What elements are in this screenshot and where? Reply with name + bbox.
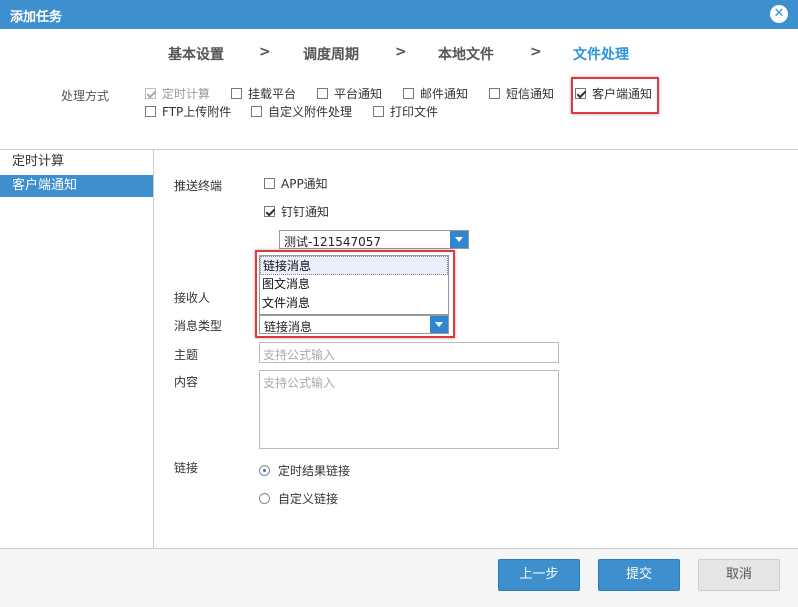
sidebar-divider	[153, 150, 154, 548]
checkbox-platform-notify[interactable]: 平台通知	[317, 86, 383, 101]
wizard-steps: 基本设置 > 调度周期 > 本地文件 > 文件处理	[0, 44, 798, 64]
message-type-label: 消息类型	[174, 319, 223, 333]
prev-step-button[interactable]: 上一步	[498, 559, 580, 591]
push-terminal-label: 推送终端	[174, 179, 223, 193]
radio-icon[interactable]	[259, 493, 270, 504]
radio-custom-link[interactable]: 自定义链接	[259, 490, 338, 507]
checkbox-label: 平台通知	[334, 86, 383, 101]
radio-timed-result-link[interactable]: 定时结果链接	[259, 462, 350, 479]
checkbox-print-file[interactable]: 打印文件	[373, 104, 439, 119]
subject-label: 主题	[174, 348, 199, 362]
checkbox-label: APP通知	[281, 176, 328, 191]
step-basic-settings[interactable]: 基本设置	[168, 44, 224, 64]
checkbox-checked-icon	[145, 87, 156, 99]
step-schedule[interactable]: 调度周期	[303, 44, 359, 64]
checkbox-dingtalk-notify[interactable]: 钉钉通知	[264, 204, 330, 219]
checkbox-label: FTP上传附件	[162, 104, 232, 119]
checkbox-icon[interactable]	[403, 87, 414, 99]
checkbox-label: 邮件通知	[420, 86, 469, 101]
receiver-label: 接收人	[174, 291, 211, 305]
step-file-processing[interactable]: 文件处理	[573, 44, 629, 64]
checkbox-checked-icon[interactable]	[264, 205, 275, 217]
dingtalk-select[interactable]: 测试-121547057	[279, 230, 469, 249]
checkbox-custom-attachment[interactable]: 自定义附件处理	[251, 104, 353, 119]
checkbox-app-notify[interactable]: APP通知	[264, 176, 328, 191]
dialog-title: 添加任务	[10, 10, 63, 25]
highlight-frame	[255, 250, 455, 338]
checkbox-label: 钉钉通知	[281, 204, 330, 219]
checkbox-icon[interactable]	[264, 177, 275, 189]
checkbox-label: 打印文件	[390, 104, 439, 119]
checkbox-sms-notify[interactable]: 短信通知	[489, 86, 555, 101]
checkbox-mail-notify[interactable]: 邮件通知	[403, 86, 469, 101]
step-local-files[interactable]: 本地文件	[438, 44, 494, 64]
placeholder: 支持公式输入	[263, 348, 336, 362]
close-icon[interactable]: ✕	[770, 5, 788, 23]
footer-divider	[0, 548, 798, 549]
cancel-button[interactable]: 取消	[698, 559, 780, 591]
processing-label: 处理方式	[61, 89, 110, 103]
dialog-titlebar: 添加任务 ✕	[0, 0, 798, 29]
checkbox-label: 自定义附件处理	[268, 104, 353, 119]
highlight-frame	[571, 77, 659, 114]
checkbox-label: 短信通知	[506, 86, 555, 101]
link-label: 链接	[174, 461, 199, 475]
checkbox-label: 定时计算	[162, 86, 211, 101]
checkbox-icon[interactable]	[251, 105, 262, 117]
radio-label: 自定义链接	[278, 492, 339, 506]
checkbox-icon[interactable]	[373, 105, 384, 117]
sidebar-item-timed-calc[interactable]: 定时计算	[0, 151, 153, 173]
checkbox-mount-platform[interactable]: 挂载平台	[231, 86, 297, 101]
content-label: 内容	[174, 375, 199, 389]
divider	[0, 149, 798, 150]
chevron-down-icon[interactable]	[450, 231, 468, 248]
step-arrow: >	[530, 44, 542, 60]
sidebar-item-client-notify[interactable]: 客户端通知	[0, 175, 153, 197]
checkbox-label: 挂载平台	[248, 86, 297, 101]
placeholder: 支持公式输入	[263, 376, 336, 390]
checkbox-icon[interactable]	[317, 87, 328, 99]
step-arrow: >	[259, 44, 271, 60]
radio-selected-icon[interactable]	[259, 465, 270, 476]
checkbox-timed-calc: 定时计算	[145, 86, 211, 101]
select-value: 测试-121547057	[284, 235, 382, 249]
content-textarea[interactable]: 支持公式输入	[259, 370, 559, 449]
checkbox-icon[interactable]	[145, 105, 156, 117]
checkbox-icon[interactable]	[231, 87, 242, 99]
submit-button[interactable]: 提交	[598, 559, 680, 591]
checkbox-icon[interactable]	[489, 87, 500, 99]
checkbox-ftp-upload[interactable]: FTP上传附件	[145, 104, 232, 119]
step-arrow: >	[395, 44, 407, 60]
radio-label: 定时结果链接	[278, 464, 351, 478]
subject-input[interactable]: 支持公式输入	[259, 342, 559, 363]
